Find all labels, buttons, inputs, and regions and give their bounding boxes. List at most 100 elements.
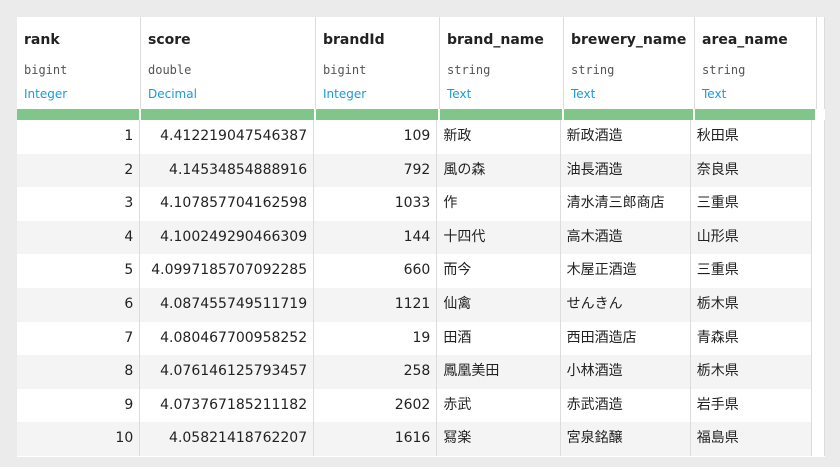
column-storage-type: double [148, 63, 192, 77]
table-row[interactable]: 1 4.412219047546387 109 新政 新政酒造 秋田県 [17, 120, 825, 154]
cell-area-name[interactable]: 青森県 [691, 321, 813, 356]
cell-area-name[interactable]: 三重県 [691, 187, 813, 221]
table-row[interactable]: 7 4.080467700958252 19 田酒 西田酒造店 青森県 [17, 321, 825, 356]
cell-brandid[interactable]: 109 [314, 120, 438, 154]
cell-rank[interactable]: 4 [17, 220, 141, 255]
cell-score[interactable]: 4.087455749511719 [140, 287, 315, 322]
column-header-score[interactable]: score double Decimal [141, 17, 316, 109]
cell-rank[interactable]: 9 [17, 388, 141, 423]
quality-bar-brand-name[interactable] [440, 109, 564, 120]
table-row[interactable]: 9 4.073767185211182 2602 赤武 赤武酒造 岩手県 [17, 388, 825, 423]
cell-brandid[interactable]: 792 [314, 153, 438, 188]
column-header-brewery-name[interactable]: brewery_name string Text [564, 17, 695, 109]
cell-area-name[interactable]: 三重県 [691, 254, 813, 288]
cell-brandid[interactable]: 1121 [314, 287, 438, 322]
cell-rank[interactable]: 3 [17, 187, 141, 221]
cell-score[interactable]: 4.080467700958252 [140, 321, 315, 356]
column-header-row: rank bigint Integer score double Decimal… [17, 17, 825, 109]
cell-brewery-name[interactable]: 小林酒造 [560, 355, 691, 389]
table-row[interactable]: 5 4.0997185707092285 660 而今 木屋正酒造 三重県 [17, 254, 825, 288]
cell-overflow [812, 422, 825, 456]
cell-overflow [812, 153, 825, 188]
cell-area-name[interactable]: 岩手県 [691, 388, 813, 423]
table-row[interactable]: 6 4.087455749511719 1121 仙禽 せんきん 栃木県 [17, 287, 825, 322]
cell-area-name[interactable]: 奈良県 [690, 153, 813, 188]
cell-brand-name[interactable]: 冩楽 [437, 422, 561, 456]
cell-brand-name[interactable]: 赤武 [437, 388, 561, 423]
cell-score[interactable]: 4.076146125793457 [140, 355, 315, 389]
column-header-area-name[interactable]: area_name string Text [695, 17, 817, 109]
cell-brand-name[interactable]: 風の森 [437, 153, 561, 188]
cell-brandid[interactable]: 144 [314, 220, 438, 255]
column-header-rank[interactable]: rank bigint Integer [17, 17, 141, 109]
column-header-brandid[interactable]: brandId bigint Integer [316, 17, 440, 109]
column-meaning[interactable]: Decimal [148, 86, 315, 102]
quality-bar-rank[interactable] [17, 109, 141, 120]
column-meaning[interactable]: Text [702, 86, 816, 102]
cell-brand-name[interactable]: 仙禽 [437, 287, 561, 322]
table-row[interactable]: 8 4.076146125793457 258 鳳凰美田 小林酒造 栃木県 [17, 355, 825, 389]
quality-bar-brewery-name[interactable] [564, 109, 695, 120]
cell-area-name[interactable]: 山形県 [690, 220, 813, 255]
cell-brewery-name[interactable]: せんきん [560, 287, 691, 322]
cell-brandid[interactable]: 1616 [314, 422, 438, 456]
column-storage-type: bigint [323, 63, 367, 77]
column-name: brewery_name [571, 32, 687, 48]
cell-brand-name[interactable]: 鳳凰美田 [437, 355, 561, 389]
cell-brandid[interactable]: 1033 [314, 187, 438, 221]
table-row[interactable]: 4 4.100249290466309 144 十四代 高木酒造 山形県 [17, 220, 825, 255]
cell-rank[interactable]: 6 [17, 287, 141, 322]
cell-rank[interactable]: 1 [17, 120, 141, 154]
cell-brand-name[interactable]: 十四代 [437, 220, 561, 255]
table-body: 1 4.412219047546387 109 新政 新政酒造 秋田県 2 4.… [17, 120, 825, 456]
cell-rank[interactable]: 7 [17, 321, 141, 356]
cell-score[interactable]: 4.100249290466309 [140, 220, 315, 255]
cell-area-name[interactable]: 栃木県 [690, 287, 813, 322]
cell-rank[interactable]: 10 [17, 422, 141, 456]
cell-brand-name[interactable]: 作 [437, 187, 561, 221]
column-name: score [148, 32, 191, 48]
cell-brewery-name[interactable]: 宮泉銘醸 [560, 422, 691, 456]
cell-brewery-name[interactable]: 西田酒造店 [561, 321, 691, 356]
cell-brewery-name[interactable]: 清水清三郎商店 [561, 187, 691, 221]
cell-brandid[interactable]: 258 [314, 355, 438, 389]
cell-brand-name[interactable]: 而今 [437, 254, 561, 288]
cell-score[interactable]: 4.14534854888916 [140, 153, 315, 188]
cell-brewery-name[interactable]: 木屋正酒造 [561, 254, 691, 288]
column-name: brandId [323, 32, 385, 48]
table-row[interactable]: 10 4.05821418762207 1616 冩楽 宮泉銘醸 福島県 [17, 422, 825, 456]
cell-overflow [812, 220, 825, 255]
cell-score[interactable]: 4.107857704162598 [140, 187, 315, 221]
cell-brewery-name[interactable]: 高木酒造 [560, 220, 691, 255]
cell-brewery-name[interactable]: 赤武酒造 [561, 388, 691, 423]
cell-rank[interactable]: 2 [17, 153, 141, 188]
cell-brand-name[interactable]: 新政 [437, 120, 561, 154]
column-meaning[interactable]: Text [447, 86, 563, 102]
cell-overflow [812, 254, 825, 288]
cell-brand-name[interactable]: 田酒 [437, 321, 561, 356]
column-header-brand-name[interactable]: brand_name string Text [440, 17, 564, 109]
cell-brewery-name[interactable]: 油長酒造 [560, 153, 691, 188]
cell-brandid[interactable]: 660 [314, 254, 438, 288]
column-meaning[interactable]: Text [571, 86, 694, 102]
column-meaning[interactable]: Integer [24, 86, 140, 102]
cell-overflow [812, 287, 825, 322]
quality-bar-brandid[interactable] [316, 109, 440, 120]
quality-bar-score[interactable] [141, 109, 316, 120]
cell-score[interactable]: 4.05821418762207 [140, 422, 315, 456]
quality-bar-area-name[interactable] [695, 109, 817, 120]
cell-brewery-name[interactable]: 新政酒造 [561, 120, 691, 154]
cell-rank[interactable]: 8 [17, 355, 141, 389]
cell-area-name[interactable]: 栃木県 [690, 355, 813, 389]
cell-area-name[interactable]: 福島県 [690, 422, 813, 456]
cell-area-name[interactable]: 秋田県 [691, 120, 813, 154]
cell-score[interactable]: 4.412219047546387 [140, 120, 315, 154]
cell-brandid[interactable]: 2602 [314, 388, 438, 423]
cell-score[interactable]: 4.073767185211182 [140, 388, 315, 423]
cell-rank[interactable]: 5 [17, 254, 141, 288]
cell-brandid[interactable]: 19 [314, 321, 438, 356]
cell-score[interactable]: 4.0997185707092285 [140, 254, 315, 288]
table-row[interactable]: 3 4.107857704162598 1033 作 清水清三郎商店 三重県 [17, 187, 825, 221]
table-row[interactable]: 2 4.14534854888916 792 風の森 油長酒造 奈良県 [17, 153, 825, 188]
column-meaning[interactable]: Integer [323, 86, 439, 102]
